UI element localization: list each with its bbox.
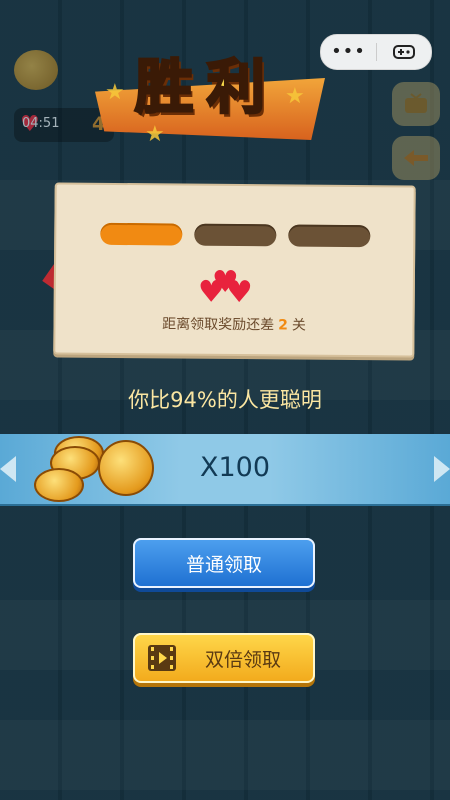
reward-distance-text: 距离领取奖励还差 2 关 — [55, 312, 412, 335]
levels-remaining: 2 — [278, 317, 288, 334]
timer-text: 04:51 — [22, 116, 60, 131]
comparison-text: 你比94%的人更聪明 — [128, 388, 322, 412]
reward-strip: X100 — [0, 434, 450, 504]
normal-claim-label: 普通领取 — [185, 553, 262, 576]
star-icon: ★ — [285, 84, 305, 109]
back-arrow-icon[interactable] — [392, 136, 440, 180]
progress-segment — [194, 223, 277, 247]
hearts-icon: ♥ ♥ ♥ — [197, 264, 253, 311]
chevron-right-icon — [434, 456, 450, 482]
normal-claim-button[interactable]: 普通领取 — [133, 538, 315, 588]
reward-amount: X100 — [200, 452, 271, 483]
message-prefix: 距离领取奖励还差 — [162, 316, 275, 334]
coins-icon — [32, 428, 162, 508]
reward-progress-card: ♥ ♥ ♥ 距离领取奖励还差 2 关 — [53, 182, 416, 358]
video-icon — [147, 644, 177, 677]
victory-title: 胜利 — [133, 52, 280, 123]
chevron-left-icon — [0, 456, 16, 482]
double-claim-button[interactable]: 双倍领取 — [133, 633, 315, 683]
progress-segment — [100, 222, 183, 246]
progress-segment — [288, 224, 371, 248]
message-suffix: 关 — [291, 317, 306, 334]
coin-counter-icon — [14, 50, 58, 90]
level-progress-bar — [100, 222, 371, 248]
double-claim-label: 双倍领取 — [204, 648, 281, 671]
mini-program-capsule: ••• — [320, 34, 432, 70]
more-dots-icon[interactable]: ••• — [321, 35, 376, 69]
victory-banner: ★ ★ ★ 胜利 — [95, 40, 325, 152]
tv-icon[interactable] — [392, 82, 440, 126]
star-icon: ★ — [145, 122, 165, 147]
star-icon: ★ — [105, 80, 125, 105]
gamepad-icon[interactable] — [377, 44, 431, 60]
